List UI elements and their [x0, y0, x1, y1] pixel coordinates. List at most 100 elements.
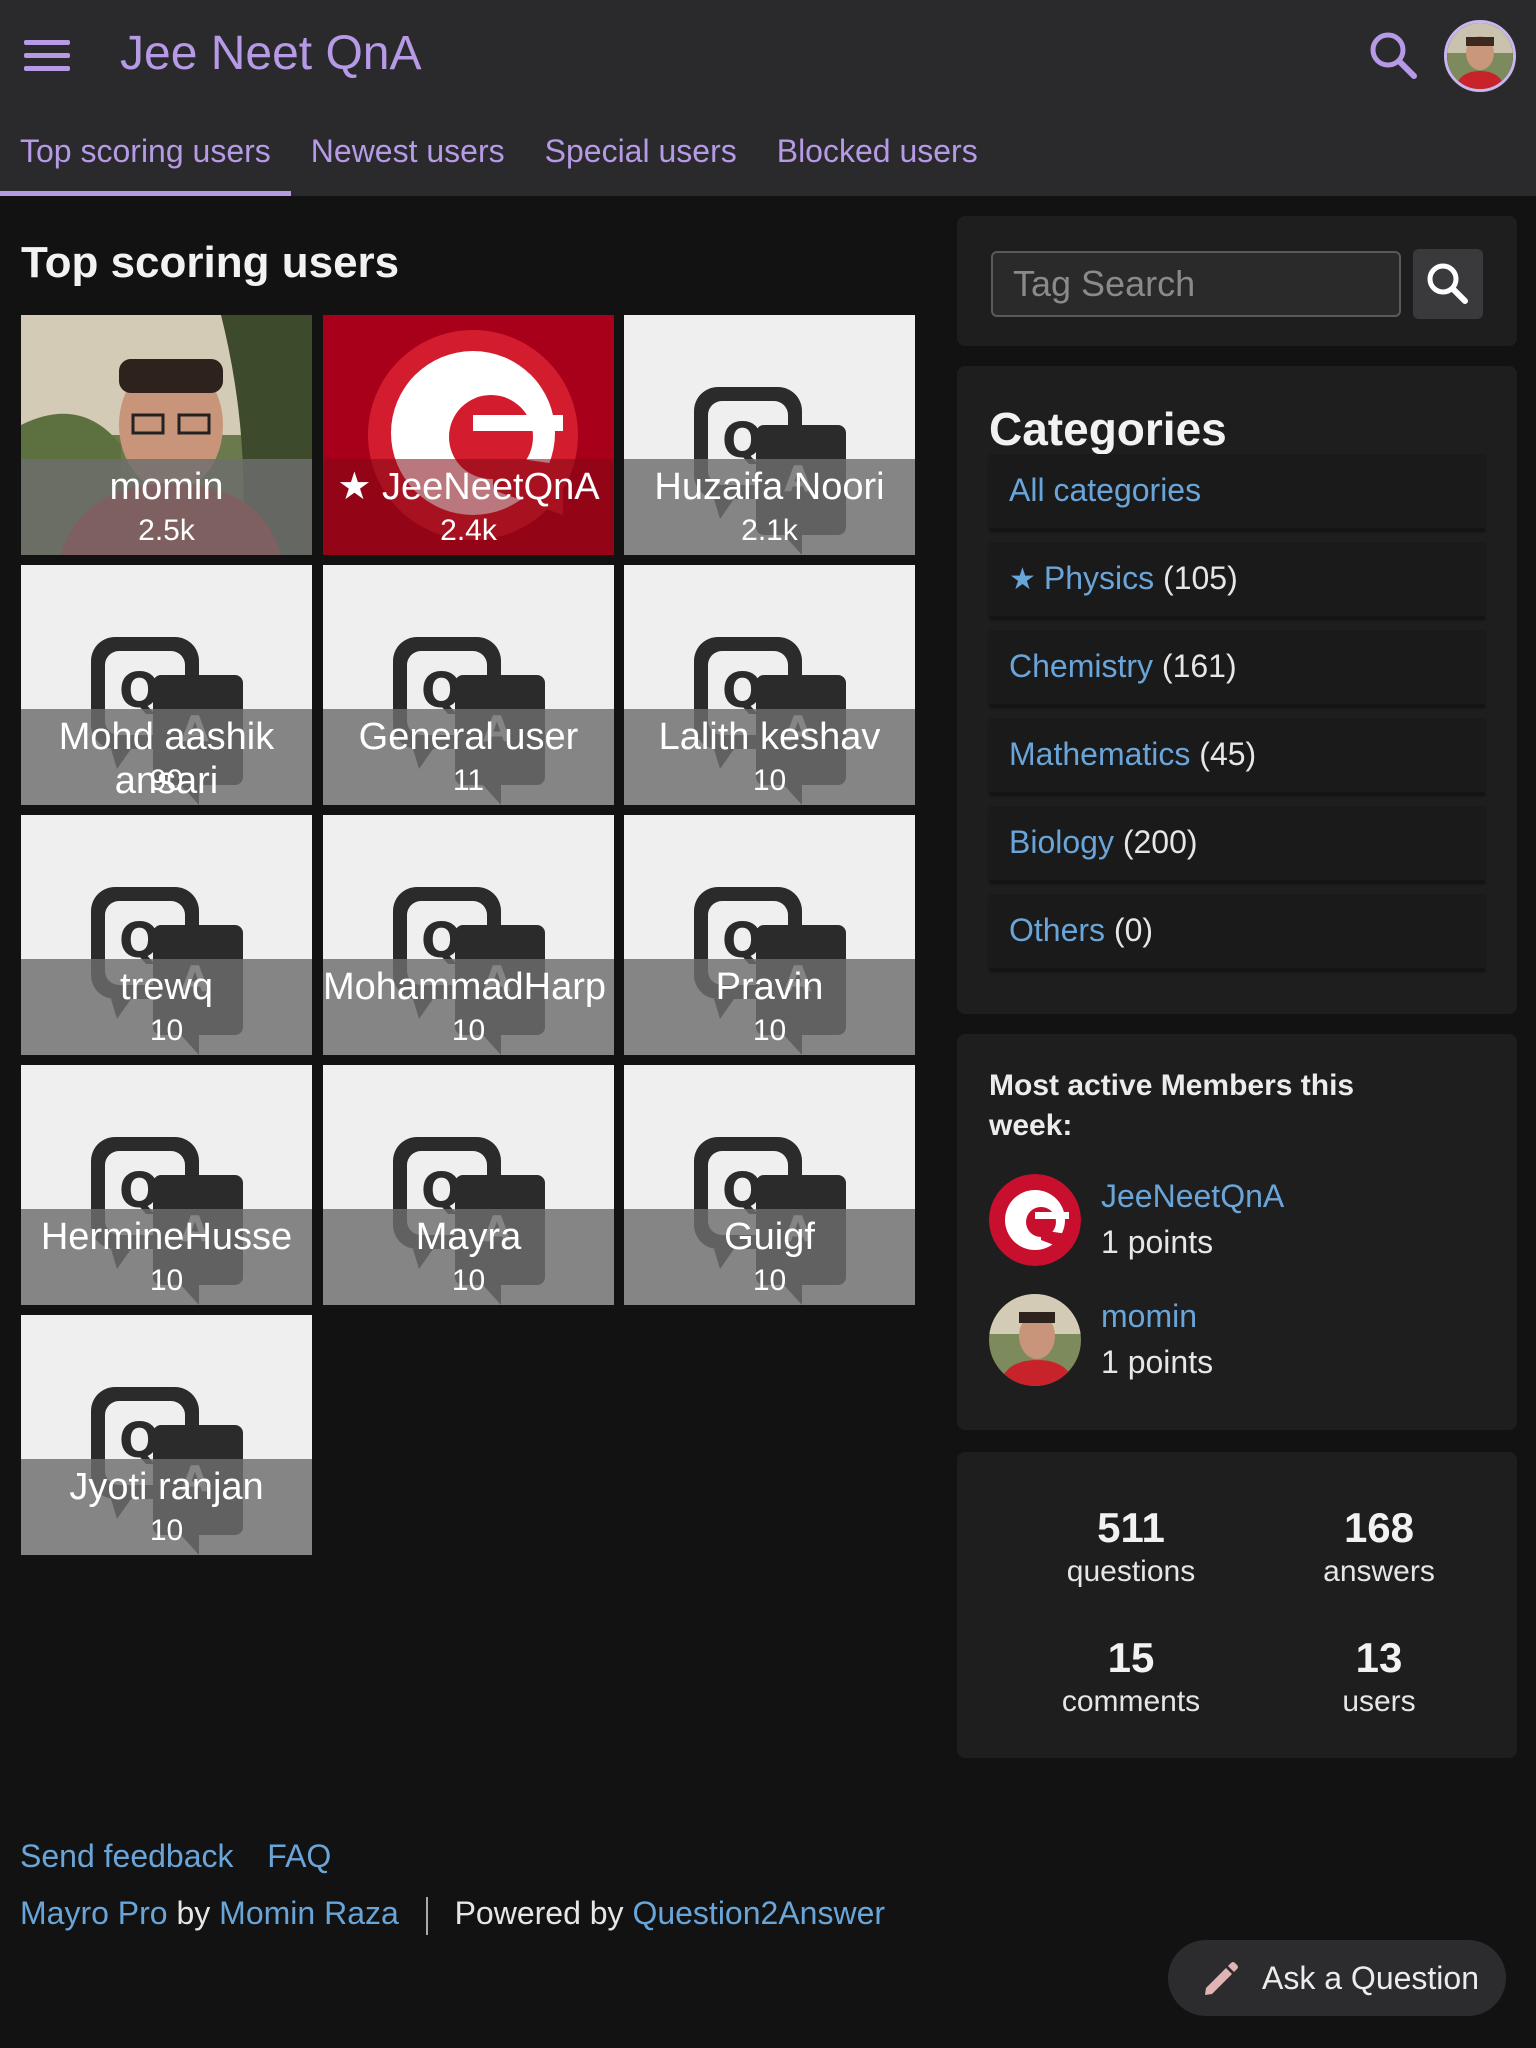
category-chemistry[interactable]: Chemistry (161): [989, 630, 1485, 706]
user-name: HermineHusse: [40, 1216, 293, 1258]
user-tile-trewq[interactable]: trewq 10: [21, 815, 312, 1055]
stat-number: 168: [1343, 1504, 1415, 1551]
category-count: (105): [1163, 560, 1238, 596]
footer-by-text: by: [176, 1895, 211, 1931]
user-name-text: JeeNeetQnA: [382, 466, 600, 508]
user-avatar[interactable]: [1444, 20, 1516, 92]
user-name: Mayra: [415, 1216, 522, 1258]
user-name: trewq: [120, 966, 213, 1008]
footer-divider: [425, 1896, 428, 1935]
search-icon: [1427, 263, 1468, 304]
user-name: ★ JeeNeetQnA: [323, 465, 614, 509]
tag-search-input[interactable]: [991, 251, 1401, 317]
user-tile-mohammadharp[interactable]: MohammadHarp 10: [323, 815, 614, 1055]
category-count: (161): [1161, 648, 1237, 684]
category-link[interactable]: Chemistry: [1009, 648, 1153, 684]
tab-top-scoring-users[interactable]: Top scoring users: [0, 124, 291, 196]
stat-number: 15: [1107, 1634, 1155, 1681]
top-bar: Jee Neet QnA Top scoring users Newest us…: [0, 0, 1536, 196]
active-member: JeeNeetQnA 1 points: [989, 1174, 1469, 1270]
user-tile-general-user[interactable]: General user 11: [323, 565, 614, 805]
member-points: 1 points: [1101, 1224, 1214, 1260]
category-count: (200): [1122, 824, 1198, 860]
faq-link[interactable]: FAQ: [267, 1838, 331, 1874]
user-name: momin: [109, 466, 224, 508]
user-tile-lalith-keshav[interactable]: Lalith keshav 10: [624, 565, 915, 805]
special-star-icon: ★: [337, 466, 372, 508]
user-score: 90: [149, 764, 184, 797]
stat-label: comments: [1061, 1685, 1201, 1718]
active-members-panel: Most active Members this week: JeeNeetQn…: [957, 1034, 1517, 1430]
ask-question-button[interactable]: Ask a Question: [1168, 1940, 1506, 2016]
stat-users: 13 users: [1269, 1634, 1489, 1722]
user-name: Jyoti ranjan: [69, 1466, 264, 1508]
user-score: 11: [452, 764, 485, 797]
favorite-star-icon: ★: [1009, 563, 1036, 596]
user-score: 10: [752, 1264, 787, 1297]
page-title: Top scoring users: [21, 238, 400, 287]
user-tile-momin[interactable]: momin 2.5k: [21, 315, 312, 555]
ask-question-label: Ask a Question: [1262, 1960, 1479, 1996]
categories-heading: Categories: [989, 403, 1227, 455]
user-score: 2.1k: [741, 514, 798, 547]
category-physics[interactable]: ★ Physics (105): [989, 542, 1485, 618]
category-others[interactable]: Others (0): [989, 894, 1485, 970]
user-score: 10: [451, 1014, 486, 1047]
send-feedback-link[interactable]: Send feedback: [20, 1838, 234, 1874]
stat-number: 511: [1097, 1504, 1165, 1551]
user-score: 2.4k: [440, 514, 497, 547]
hamburger-menu-icon[interactable]: [24, 38, 72, 74]
footer-credits: Mayro Pro by Momin Raza Powered by Quest…: [20, 1895, 885, 1935]
member-avatar[interactable]: [989, 1294, 1081, 1386]
member-name-link[interactable]: momin: [1101, 1298, 1197, 1335]
category-link[interactable]: Biology: [1009, 824, 1114, 860]
user-tile-guigf[interactable]: Guigf 10: [624, 1065, 915, 1305]
user-tile-mohd-aashik-ansari[interactable]: Mohd aashik ansari 90: [21, 565, 312, 805]
user-tile-pravin[interactable]: Pravin 10: [624, 815, 915, 1055]
stat-number: 13: [1355, 1634, 1403, 1681]
category-mathematics[interactable]: Mathematics (45): [989, 718, 1485, 794]
user-tile-huzaifa-noori[interactable]: Huzaifa Noori 2.1k: [624, 315, 915, 555]
category-link[interactable]: Physics: [1044, 560, 1154, 596]
category-biology[interactable]: Biology (200): [989, 806, 1485, 882]
theme-link[interactable]: Mayro Pro: [20, 1895, 168, 1931]
user-name: Lalith keshav: [658, 716, 881, 758]
footer-links: Send feedback FAQ: [20, 1838, 331, 1875]
category-all[interactable]: All categories: [989, 454, 1485, 530]
user-score: 10: [752, 764, 787, 797]
category-count: (0): [1113, 912, 1154, 948]
category-count: (45): [1199, 736, 1257, 772]
tab-blocked-users[interactable]: Blocked users: [757, 124, 998, 196]
tag-search-button[interactable]: [1413, 249, 1483, 319]
member-avatar[interactable]: [989, 1174, 1081, 1266]
pencil-icon: [1205, 1962, 1238, 1995]
powered-by-text: Powered by: [454, 1895, 624, 1931]
user-score: 10: [149, 1514, 184, 1547]
user-name: Guigf: [724, 1216, 815, 1258]
category-link[interactable]: All categories: [1009, 472, 1201, 508]
user-tile-herminehusse[interactable]: HermineHusse 10: [21, 1065, 312, 1305]
active-members-heading: Most active Members this week:: [989, 1069, 1355, 1142]
q2a-link[interactable]: Question2Answer: [632, 1895, 885, 1931]
author-link[interactable]: Momin Raza: [219, 1895, 399, 1931]
category-link[interactable]: Others: [1009, 912, 1105, 948]
site-title[interactable]: Jee Neet QnA: [120, 26, 422, 81]
category-link[interactable]: Mathematics: [1009, 736, 1190, 772]
user-tile-mayra[interactable]: Mayra 10: [323, 1065, 614, 1305]
stat-questions: 511 questions: [1021, 1504, 1241, 1592]
user-tile-jeeneetqna[interactable]: ★ JeeNeetQnA 2.4k: [323, 315, 614, 555]
active-member: momin 1 points: [989, 1294, 1469, 1390]
user-score: 10: [451, 1264, 486, 1297]
site-stats-panel: 511 questions 168 answers 15 comments 13…: [957, 1452, 1517, 1758]
user-name: Huzaifa Noori: [654, 466, 885, 508]
user-score: 10: [752, 1014, 787, 1047]
member-name-link[interactable]: JeeNeetQnA: [1101, 1178, 1284, 1215]
user-score: 10: [149, 1014, 184, 1047]
tab-special-users[interactable]: Special users: [525, 124, 757, 196]
user-tile-jyoti-ranjan[interactable]: Jyoti ranjan 10: [21, 1315, 312, 1555]
tab-newest-users[interactable]: Newest users: [291, 124, 525, 196]
search-icon[interactable]: [1366, 28, 1422, 84]
stat-label: users: [1342, 1685, 1416, 1718]
user-name: General user: [358, 716, 579, 758]
member-points: 1 points: [1101, 1344, 1214, 1380]
